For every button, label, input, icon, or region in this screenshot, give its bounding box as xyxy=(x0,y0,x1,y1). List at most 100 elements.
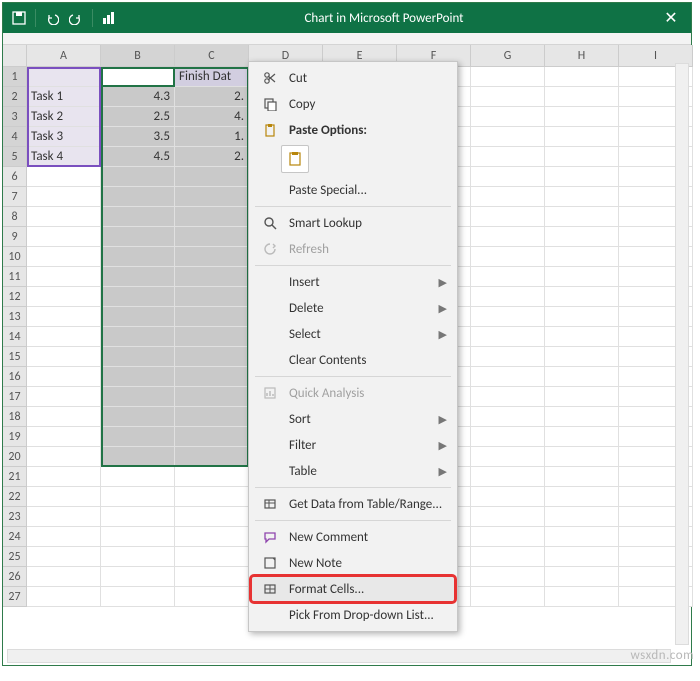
cell[interactable] xyxy=(471,527,545,547)
cell[interactable] xyxy=(101,467,175,487)
cell[interactable] xyxy=(471,287,545,307)
cell[interactable] xyxy=(101,327,175,347)
cell[interactable] xyxy=(175,207,249,227)
cell[interactable] xyxy=(471,567,545,587)
cell[interactable] xyxy=(545,447,619,467)
cell[interactable]: Task 4 xyxy=(27,147,101,167)
cell[interactable] xyxy=(175,187,249,207)
row-header[interactable]: 7 xyxy=(3,187,27,207)
cell[interactable] xyxy=(545,467,619,487)
cell[interactable] xyxy=(175,247,249,267)
cell[interactable] xyxy=(27,307,101,327)
cell[interactable] xyxy=(471,407,545,427)
cell[interactable] xyxy=(545,87,619,107)
horizontal-scrollbar[interactable] xyxy=(7,649,671,663)
cell[interactable]: Finish Dat xyxy=(175,67,249,87)
ctx-paste-special[interactable]: Paste Special... xyxy=(251,177,455,203)
col-header[interactable]: A xyxy=(27,45,101,67)
cell[interactable] xyxy=(175,567,249,587)
cell[interactable] xyxy=(175,547,249,567)
cell[interactable] xyxy=(471,167,545,187)
cell[interactable] xyxy=(471,307,545,327)
row-header[interactable]: 11 xyxy=(3,267,27,287)
cell[interactable] xyxy=(27,587,101,607)
ctx-new-comment[interactable]: New Comment xyxy=(251,524,455,550)
cell[interactable] xyxy=(101,567,175,587)
cell[interactable] xyxy=(545,507,619,527)
col-header[interactable]: G xyxy=(471,45,545,67)
cell[interactable] xyxy=(27,507,101,527)
cell[interactable] xyxy=(471,507,545,527)
cell[interactable] xyxy=(27,327,101,347)
cell[interactable] xyxy=(175,387,249,407)
cell[interactable] xyxy=(27,407,101,427)
chart-type-icon[interactable] xyxy=(101,10,117,26)
vertical-scrollbar[interactable] xyxy=(675,63,689,645)
row-header[interactable]: 1 xyxy=(3,67,27,87)
cell[interactable] xyxy=(175,267,249,287)
cell[interactable]: 4. xyxy=(175,107,249,127)
ctx-select[interactable]: Select▶ xyxy=(251,321,455,347)
cell[interactable] xyxy=(471,327,545,347)
cell[interactable] xyxy=(545,187,619,207)
cell[interactable]: 2.5 xyxy=(101,107,175,127)
cell[interactable] xyxy=(101,407,175,427)
cell[interactable] xyxy=(101,267,175,287)
ctx-get-data[interactable]: Get Data from Table/Range... xyxy=(251,491,455,517)
cell[interactable] xyxy=(545,307,619,327)
cell[interactable] xyxy=(101,387,175,407)
row-header[interactable]: 5 xyxy=(3,147,27,167)
row-header[interactable]: 13 xyxy=(3,307,27,327)
cell[interactable] xyxy=(175,327,249,347)
cell[interactable] xyxy=(175,447,249,467)
cell[interactable] xyxy=(27,207,101,227)
cell[interactable] xyxy=(27,67,101,87)
cell[interactable] xyxy=(545,367,619,387)
cell[interactable] xyxy=(471,87,545,107)
cell[interactable] xyxy=(175,367,249,387)
cell[interactable] xyxy=(545,487,619,507)
row-header[interactable]: 2 xyxy=(3,87,27,107)
cell[interactable] xyxy=(27,567,101,587)
ctx-cut[interactable]: Cut xyxy=(251,65,455,91)
cell[interactable] xyxy=(471,227,545,247)
cell[interactable] xyxy=(101,227,175,247)
cell[interactable] xyxy=(101,427,175,447)
cell[interactable] xyxy=(471,367,545,387)
cell[interactable] xyxy=(101,167,175,187)
cell[interactable] xyxy=(545,107,619,127)
save-icon[interactable] xyxy=(11,10,27,26)
cell[interactable] xyxy=(471,147,545,167)
close-button[interactable]: ✕ xyxy=(651,3,691,33)
ctx-filter[interactable]: Filter▶ xyxy=(251,432,455,458)
cell[interactable] xyxy=(471,387,545,407)
ctx-copy[interactable]: Copy xyxy=(251,91,455,117)
cell[interactable] xyxy=(545,267,619,287)
ctx-smart-lookup[interactable]: Smart Lookup xyxy=(251,210,455,236)
cell[interactable] xyxy=(471,547,545,567)
col-header[interactable]: H xyxy=(545,45,619,67)
cell[interactable] xyxy=(471,107,545,127)
cell[interactable]: 4.3 xyxy=(101,87,175,107)
cell[interactable]: 2. xyxy=(175,147,249,167)
row-header[interactable]: 26 xyxy=(3,567,27,587)
row-header[interactable]: 4 xyxy=(3,127,27,147)
cell[interactable] xyxy=(471,187,545,207)
cell[interactable] xyxy=(471,587,545,607)
cell[interactable] xyxy=(471,127,545,147)
cell[interactable] xyxy=(175,307,249,327)
col-header[interactable]: B xyxy=(101,45,175,67)
cell[interactable] xyxy=(101,247,175,267)
cell[interactable] xyxy=(471,487,545,507)
cell[interactable] xyxy=(545,287,619,307)
row-header[interactable]: 3 xyxy=(3,107,27,127)
cell[interactable] xyxy=(471,467,545,487)
cell[interactable] xyxy=(175,587,249,607)
cell[interactable] xyxy=(545,227,619,247)
cell[interactable] xyxy=(101,587,175,607)
cell[interactable] xyxy=(27,387,101,407)
row-header[interactable]: 10 xyxy=(3,247,27,267)
row-header[interactable]: 14 xyxy=(3,327,27,347)
cell[interactable] xyxy=(175,287,249,307)
row-header[interactable]: 27 xyxy=(3,587,27,607)
